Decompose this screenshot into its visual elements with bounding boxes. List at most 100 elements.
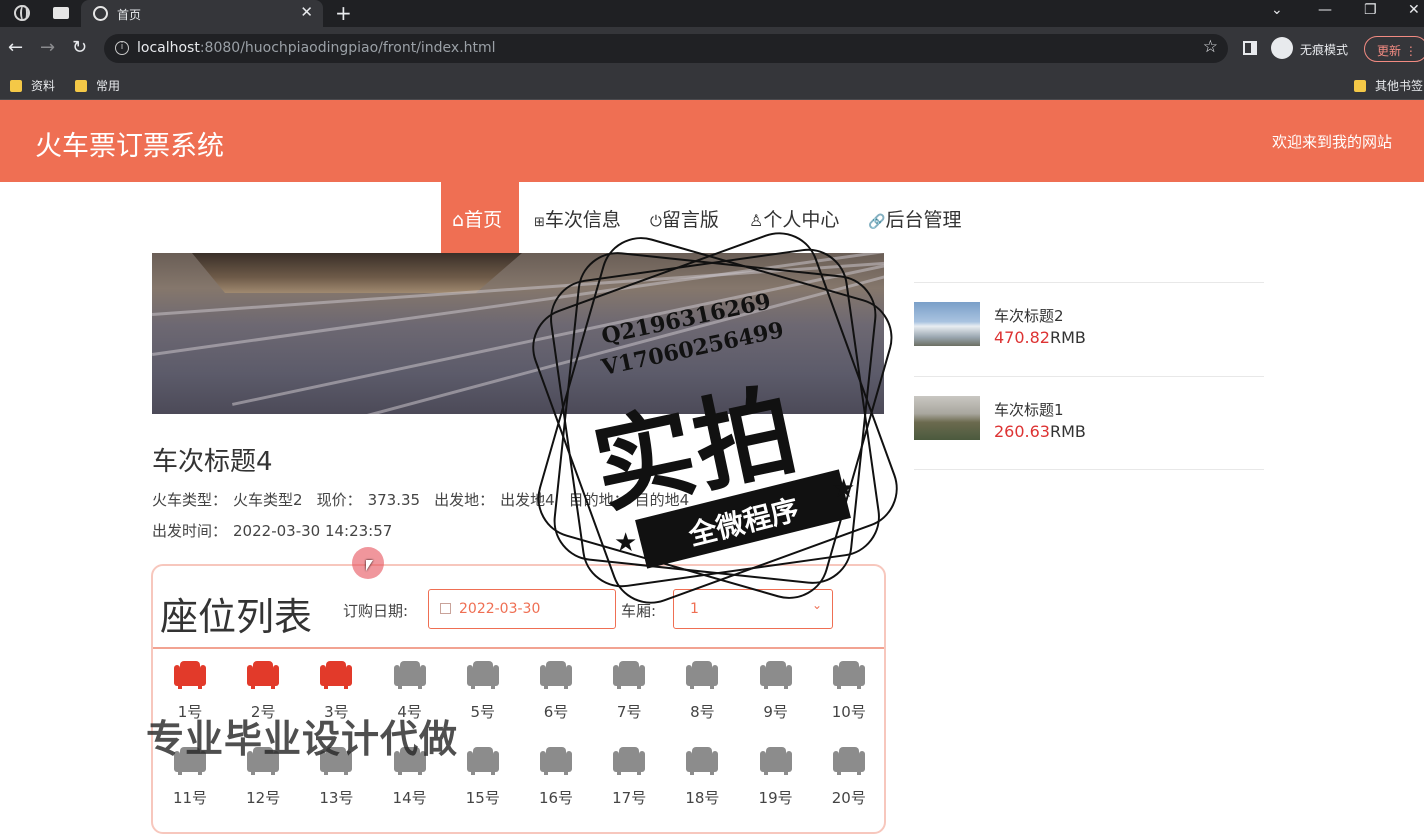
home-icon: ⌂ — [452, 209, 465, 231]
side-panel-icon[interactable] — [1243, 41, 1257, 55]
user-icon: ♙ — [749, 211, 764, 230]
seat-16[interactable]: 16号 — [526, 739, 586, 819]
seat-label: 11号 — [172, 789, 208, 807]
train-title: 车次标题4 — [152, 447, 273, 477]
seat-icon — [393, 747, 426, 775]
window-close-icon[interactable]: ✕ — [1408, 2, 1420, 18]
seat-icon — [832, 661, 865, 689]
incognito-label[interactable]: 无痕模式 — [1300, 41, 1348, 58]
seat-10[interactable]: 10号 — [819, 653, 879, 733]
date-picker[interactable]: 2022-03-30 — [428, 589, 616, 629]
chevron-down-icon[interactable]: ⌄ — [1271, 2, 1283, 18]
browser-tab-active[interactable]: 首页 ✕ — [81, 0, 323, 27]
seat-icon — [174, 661, 206, 689]
seat-11[interactable]: 11号 — [160, 739, 220, 819]
seat-icon — [832, 747, 865, 775]
url-text[interactable]: localhost:8080/huochpiaodingpiao/front/i… — [137, 40, 496, 56]
seat-icon — [466, 747, 499, 775]
folder-icon — [10, 80, 22, 92]
minimize-icon[interactable]: — — [1318, 2, 1332, 18]
seat-20[interactable]: 20号 — [819, 739, 879, 819]
watermark-ribbon: 全微程序 — [635, 469, 851, 569]
tab-title: 首页 — [117, 8, 142, 22]
info-icon[interactable]: i — [115, 41, 129, 55]
seat-label: 15号 — [465, 789, 500, 807]
power-icon: ⏻ — [650, 212, 662, 230]
globe-icon[interactable] — [14, 5, 30, 21]
seat-icon — [686, 747, 719, 775]
seat-14[interactable]: 14号 — [380, 739, 440, 819]
seat-icon — [393, 661, 426, 689]
bookmark-star-icon[interactable]: ☆ — [1203, 37, 1218, 57]
seat-6[interactable]: 6号 — [526, 653, 586, 733]
seat-icon — [320, 747, 353, 775]
forward-icon[interactable]: → — [40, 37, 55, 58]
seat-8[interactable]: 8号 — [672, 653, 732, 733]
seat-label: 13号 — [319, 789, 354, 807]
car-label: 车厢: — [621, 602, 657, 620]
seat-label: 8号 — [690, 703, 715, 721]
seat-4[interactable]: 4号 — [380, 653, 440, 733]
side-train-price: 470.82RMB — [994, 328, 1086, 347]
seat-19[interactable]: 19号 — [746, 739, 806, 819]
welcome-text: 欢迎来到我的网站 — [1271, 133, 1392, 151]
seat-icon — [540, 747, 572, 775]
seat-label: 10号 — [831, 703, 866, 721]
train-banner-image — [152, 253, 884, 414]
seat-panel: 座位列表 订购日期: 2022-03-30 车厢: 1 ⌄ 1号 2号 3号 4号 5号… — [151, 564, 886, 834]
seat-9[interactable]: 9号 — [746, 653, 806, 733]
seat-icon — [686, 661, 719, 689]
seat-list-title: 座位列表 — [160, 595, 313, 639]
seat-label: 16号 — [538, 789, 574, 807]
seat-18[interactable]: 18号 — [672, 739, 732, 819]
seat-icon — [613, 747, 646, 775]
side-divider — [914, 469, 1264, 470]
seat-2[interactable]: 2号 — [233, 653, 293, 733]
close-icon[interactable]: ✕ — [300, 3, 313, 21]
nav-admin[interactable]: 🔗后台管理 — [868, 182, 961, 254]
other-bookmarks[interactable]: 其他书签 — [1354, 77, 1423, 94]
seat-icon — [247, 747, 280, 775]
seat-17[interactable]: 17号 — [599, 739, 659, 819]
seat-3[interactable]: 3号 — [306, 653, 366, 733]
seat-label: 20号 — [831, 789, 866, 807]
seat-icon — [613, 661, 646, 689]
seat-panel-header: 座位列表 订购日期: 2022-03-30 车厢: 1 ⌄ — [153, 566, 884, 649]
site-title[interactable]: 火车票订票系统 — [35, 124, 224, 163]
seat-13[interactable]: 13号 — [306, 739, 366, 819]
browser-tab-strip: 首页 ✕ + ⌄ — ❐ ✕ — [0, 0, 1424, 27]
seat-12[interactable]: 12号 — [233, 739, 293, 819]
train-thumbnail — [914, 396, 980, 440]
nav-train-info[interactable]: ⊞车次信息 — [534, 182, 621, 254]
seat-icon — [320, 661, 353, 689]
seat-label: 5号 — [470, 703, 496, 721]
seat-label: 3号 — [324, 703, 349, 721]
nav-message-board[interactable]: ⏻留言版 — [650, 182, 719, 254]
incognito-icon[interactable] — [1271, 37, 1293, 59]
update-button[interactable]: 更新 ⋮ — [1364, 36, 1424, 62]
seat-1[interactable]: 1号 — [160, 653, 220, 733]
nav-user-center[interactable]: ♙个人中心 — [749, 182, 839, 254]
seat-label: 19号 — [758, 789, 793, 807]
seat-5[interactable]: 5号 — [453, 653, 513, 733]
side-train-item[interactable]: 车次标题2 470.82RMB — [914, 282, 1264, 376]
seat-label: 6号 — [543, 703, 569, 721]
url-field[interactable]: i localhost:8080/huochpiaodingpiao/front… — [104, 34, 1228, 63]
freight-car-shape — [192, 253, 522, 293]
link-icon: 🔗 — [868, 214, 886, 230]
side-train-price: 260.63RMB — [994, 422, 1086, 441]
new-tab-button[interactable]: + — [335, 1, 352, 25]
seat-7[interactable]: 7号 — [599, 653, 659, 733]
reload-icon[interactable]: ↻ — [72, 37, 87, 58]
seat-15[interactable]: 15号 — [453, 739, 513, 819]
car-select[interactable]: 1 ⌄ — [673, 589, 833, 629]
seat-label: 1号 — [177, 703, 203, 721]
side-train-item[interactable]: 车次标题1 260.63RMB — [914, 376, 1264, 470]
bookmark-folder-changyong[interactable]: 常用 — [75, 77, 120, 94]
restore-icon[interactable]: ❐ — [1364, 2, 1377, 18]
nav-home[interactable]: ⌂首页 — [441, 182, 519, 254]
bookmark-folder-ziliao[interactable]: 资料 — [10, 77, 55, 94]
tab-search-icon[interactable] — [53, 7, 69, 19]
back-icon[interactable]: ← — [8, 37, 23, 58]
calendar-icon — [440, 603, 451, 614]
